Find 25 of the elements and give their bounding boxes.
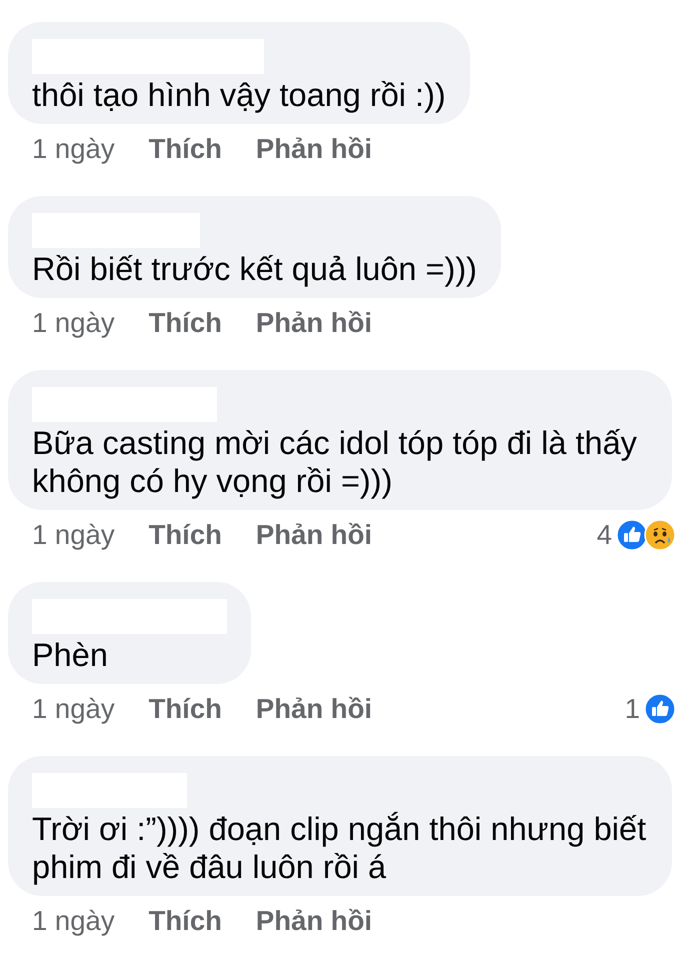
sad-face-icon — [644, 519, 676, 551]
comment-time: 1 ngày — [32, 518, 115, 552]
reply-link[interactable]: Phản hồi — [256, 302, 372, 344]
reply-link[interactable]: Phản hồi — [256, 688, 372, 730]
comment-text: Bữa casting mời các idol tóp tóp đi là thấy không có hy vọng rồi =))) — [32, 424, 638, 500]
like-link[interactable]: Thích — [148, 900, 222, 942]
comment-text: Phèn — [32, 636, 109, 674]
like-link[interactable]: Thích — [148, 688, 222, 730]
like-link[interactable]: Thích — [148, 302, 222, 344]
like-link[interactable]: Thích — [148, 128, 222, 170]
comment-time: 1 ngày — [32, 306, 115, 340]
reaction-count: 4 — [596, 518, 612, 552]
reaction-count: 1 — [624, 692, 640, 726]
comment-text: Rồi biết trước kết quả luôn =))) — [32, 250, 477, 288]
comment-time: 1 ngày — [32, 692, 115, 726]
thumbs-up-icon — [644, 693, 676, 725]
comment-text: Trời ơi :”)))) đoạn clip ngắn thôi nhưng biết phim đi về đâu luôn rồi á — [32, 810, 648, 886]
reply-link[interactable]: Phản hồi — [256, 128, 372, 170]
comment-text: thôi tạo hình vậy toang rồi :)) — [32, 76, 446, 114]
comment-time: 1 ngày — [32, 904, 115, 938]
reply-link[interactable]: Phản hồi — [256, 514, 372, 556]
reply-link[interactable]: Phản hồi — [256, 900, 372, 942]
like-link[interactable]: Thích — [148, 514, 222, 556]
comment-time: 1 ngày — [32, 132, 115, 166]
thumbs-up-icon — [616, 519, 648, 551]
